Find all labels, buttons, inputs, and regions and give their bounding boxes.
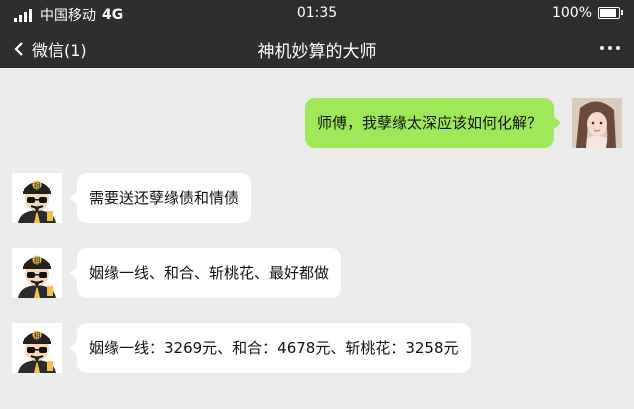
user-avatar[interactable] [572, 98, 622, 148]
battery-icon [598, 7, 623, 19]
chat-area[interactable]: 师傅，我孽缘太深应该如何化解？ 相 需要送还孽缘债和情债 相 姻缘一线、和合、斩… [0, 68, 634, 409]
more-dots-icon[interactable] [600, 46, 620, 50]
master-avatar[interactable]: 相 [12, 173, 62, 223]
page-title: 神机妙算的大师 [257, 42, 377, 62]
battery-fill [600, 9, 616, 17]
status-time: 01:35 [296, 5, 338, 21]
message-bubble-incoming[interactable]: 姻缘一线：3269元、和合：4678元、斩桃花：3258元 [70, 323, 471, 373]
svg-text:相: 相 [34, 256, 41, 265]
message-bubble-incoming[interactable]: 姻缘一线、和合、斩桃花、最好都做 [69, 248, 342, 298]
master-avatar[interactable]: 相 [12, 323, 62, 373]
message-bubble-outgoing[interactable]: 师傅，我孽缘太深应该如何化解？ [304, 98, 562, 148]
nav-bar: 微信(1) 神机妙算的大师 [0, 28, 634, 68]
svg-text:相: 相 [34, 181, 41, 190]
status-bar: 中国移动 4G 01:35 100% [0, 0, 634, 28]
battery-percent: 100% [551, 5, 592, 21]
message-bubble-incoming[interactable]: 需要送还孽缘债和情债 [69, 173, 252, 223]
master-avatar[interactable]: 相 [12, 248, 62, 298]
svg-text:相: 相 [34, 331, 41, 340]
status-right: 100% [551, 5, 623, 21]
